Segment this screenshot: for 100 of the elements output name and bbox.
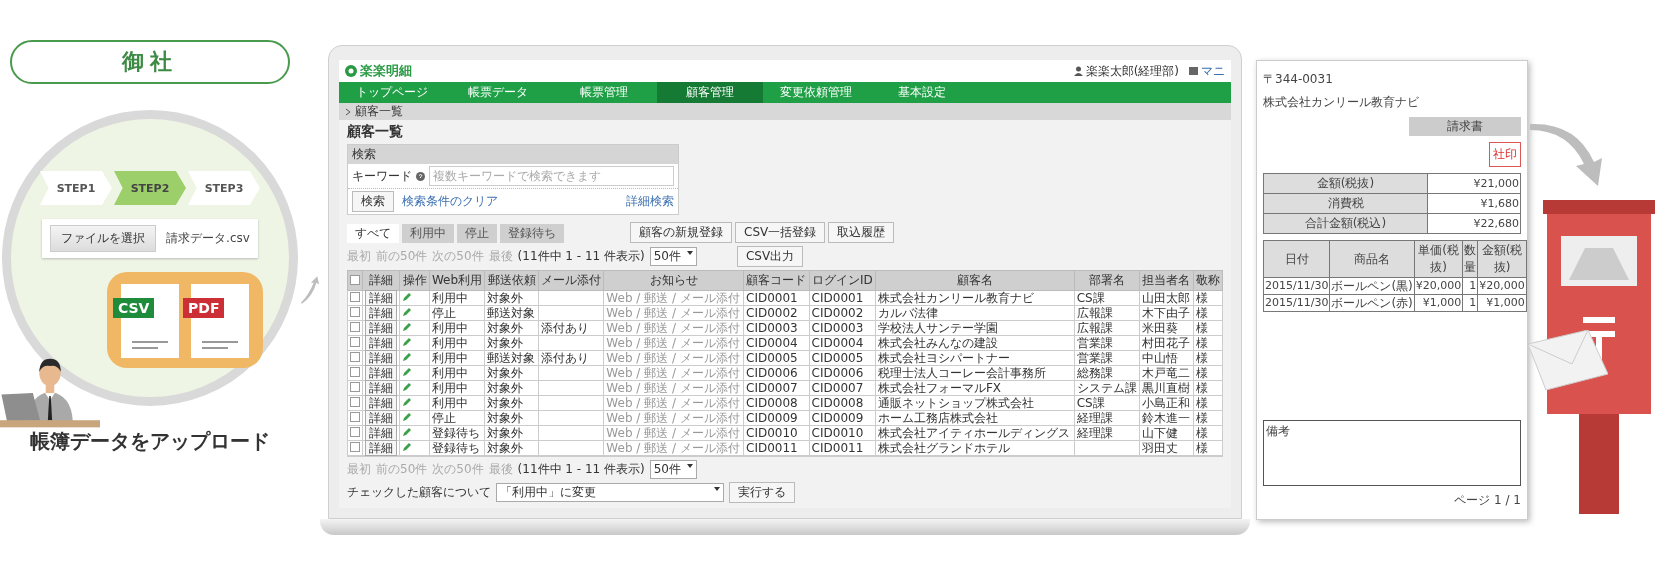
detail-button[interactable]: 詳細 [365,440,398,456]
action-button[interactable]: CSV一括登録 [735,222,826,243]
table-cell: 利用中 [429,335,485,351]
table-cell: 添付あり [538,350,604,366]
filter-tab[interactable]: 登録待ち [500,224,564,243]
user-name[interactable]: 楽楽太郎(経理部) [1085,62,1179,80]
detail-button[interactable]: 詳細 [365,365,398,381]
table-cell: ホーム工務店株式会社 [875,410,1075,426]
table-cell: ボールペン(赤) [1329,294,1415,312]
checkbox[interactable] [350,412,360,422]
pencil-icon[interactable] [402,427,413,437]
pencil-icon[interactable] [402,352,413,362]
pencil-icon[interactable] [402,412,413,422]
table-cell: 金額(税抜) [1263,173,1428,194]
action-button[interactable]: 顧客の新規登録 [630,222,732,243]
file-type-badge: PDF [183,298,225,318]
csv-export-button[interactable]: CSV出力 [736,246,804,267]
column-header: 部署名 [1074,270,1140,291]
column-header: メール添付 [538,270,604,291]
detail-button[interactable]: 詳細 [365,290,398,306]
table-cell: Web / 郵送 / メール添付 [603,410,744,426]
file-select-button[interactable]: ファイルを選択 [50,225,157,252]
table-cell: CID0002 [809,305,876,321]
table-cell: 黒川直樹 [1139,380,1194,396]
table-cell: 登録待ち [429,440,485,456]
checkbox[interactable] [350,322,360,332]
pencil-icon[interactable] [402,367,413,377]
table-cell: CID0006 [743,365,810,381]
pencil-icon[interactable] [402,382,413,392]
detail-button[interactable]: 詳細 [365,380,398,396]
upload-caption: 帳簿データをアップロード [30,428,270,455]
detail-button[interactable]: 詳細 [365,350,398,366]
checkbox[interactable] [350,427,360,437]
checkbox[interactable] [350,442,360,452]
table-cell: 株式会社みんなの建設 [875,335,1075,351]
detail-button[interactable]: 詳細 [365,395,398,411]
table-cell: 様 [1193,380,1223,396]
result-count: (11件中 1 - 11 件表示) [517,461,645,478]
checkbox[interactable] [350,292,360,302]
table-cell: 小島正和 [1139,395,1194,411]
table-cell: 税理士法人コーレー会計事務所 [875,365,1075,381]
clear-link[interactable]: 検索条件のクリア [402,193,498,210]
table-cell: CID0004 [743,335,810,351]
search-button[interactable]: 検索 [352,191,394,212]
detail-button[interactable]: 詳細 [365,410,398,426]
table-cell: CID0010 [743,425,810,441]
help-icon[interactable] [416,171,425,181]
table-cell: 様 [1193,425,1223,441]
pencil-icon[interactable] [402,397,413,407]
detail-button[interactable]: 詳細 [365,320,398,336]
table-cell: 総務課 [1074,365,1140,381]
checkbox[interactable] [350,367,360,377]
checkbox[interactable] [350,352,360,362]
table-cell: 利用中 [429,365,485,381]
table-cell: CID0008 [809,395,876,411]
table-cell: 木戸竜二 [1139,365,1194,381]
table-cell: CID0003 [743,320,810,336]
detail-button[interactable]: 詳細 [365,305,398,321]
checkbox[interactable] [350,397,360,407]
table-cell: 利用中 [429,380,485,396]
table-cell: 利用中 [429,320,485,336]
checkbox[interactable] [350,307,360,317]
column-header: 担当者名 [1139,270,1194,291]
table-cell: Web / 郵送 / メール添付 [603,440,744,456]
filter-tab[interactable]: 停止 [457,224,497,243]
manual-link[interactable]: マニ [1201,62,1225,80]
status-select[interactable]: 「利用中」に変更 [496,483,724,502]
column-header: 商品名 [1329,240,1415,278]
column-header: 郵送依頼 [484,270,539,291]
action-button[interactable]: 取込履歴 [828,222,895,243]
table-cell: 株式会社ヨシパートナー [875,350,1075,366]
table-cell: ¥21,000 [1427,173,1521,194]
table-cell: Web / 郵送 / メール添付 [603,395,744,411]
checkbox[interactable] [350,382,360,392]
table-cell: CID0007 [809,380,876,396]
logo-icon [345,65,357,77]
per-page-select[interactable]: 50件 [649,247,697,266]
bulk-action-label: チェックした顧客について [347,484,491,501]
pencil-icon[interactable] [402,337,413,347]
table-cell: 経理課 [1074,425,1140,441]
detail-button[interactable]: 詳細 [365,335,398,351]
filter-tab[interactable]: 利用中 [402,224,454,243]
advanced-search-link[interactable]: 詳細検索 [626,193,674,210]
per-page-select[interactable]: 50件 [649,460,697,479]
breadcrumb[interactable]: 顧客一覧 [355,103,403,120]
nav-tab[interactable]: 顧客管理 [657,82,763,103]
execute-button[interactable]: 実行する [729,482,795,503]
table-cell: 1 [1462,277,1478,295]
checkbox[interactable] [350,274,361,285]
table-cell: 消費税 [1263,193,1428,214]
page-title: 顧客一覧 [347,123,404,141]
pencil-icon[interactable] [402,322,413,332]
keyword-field[interactable]: 複数キーワードで検索できます [429,166,674,186]
pencil-icon[interactable] [402,442,413,452]
text-lines-icon [132,340,168,350]
pencil-icon[interactable] [402,307,413,317]
filter-tab[interactable]: すべて [347,224,399,243]
detail-button[interactable]: 詳細 [365,425,398,441]
checkbox[interactable] [350,337,360,347]
table-cell: システム課 [1074,380,1140,396]
